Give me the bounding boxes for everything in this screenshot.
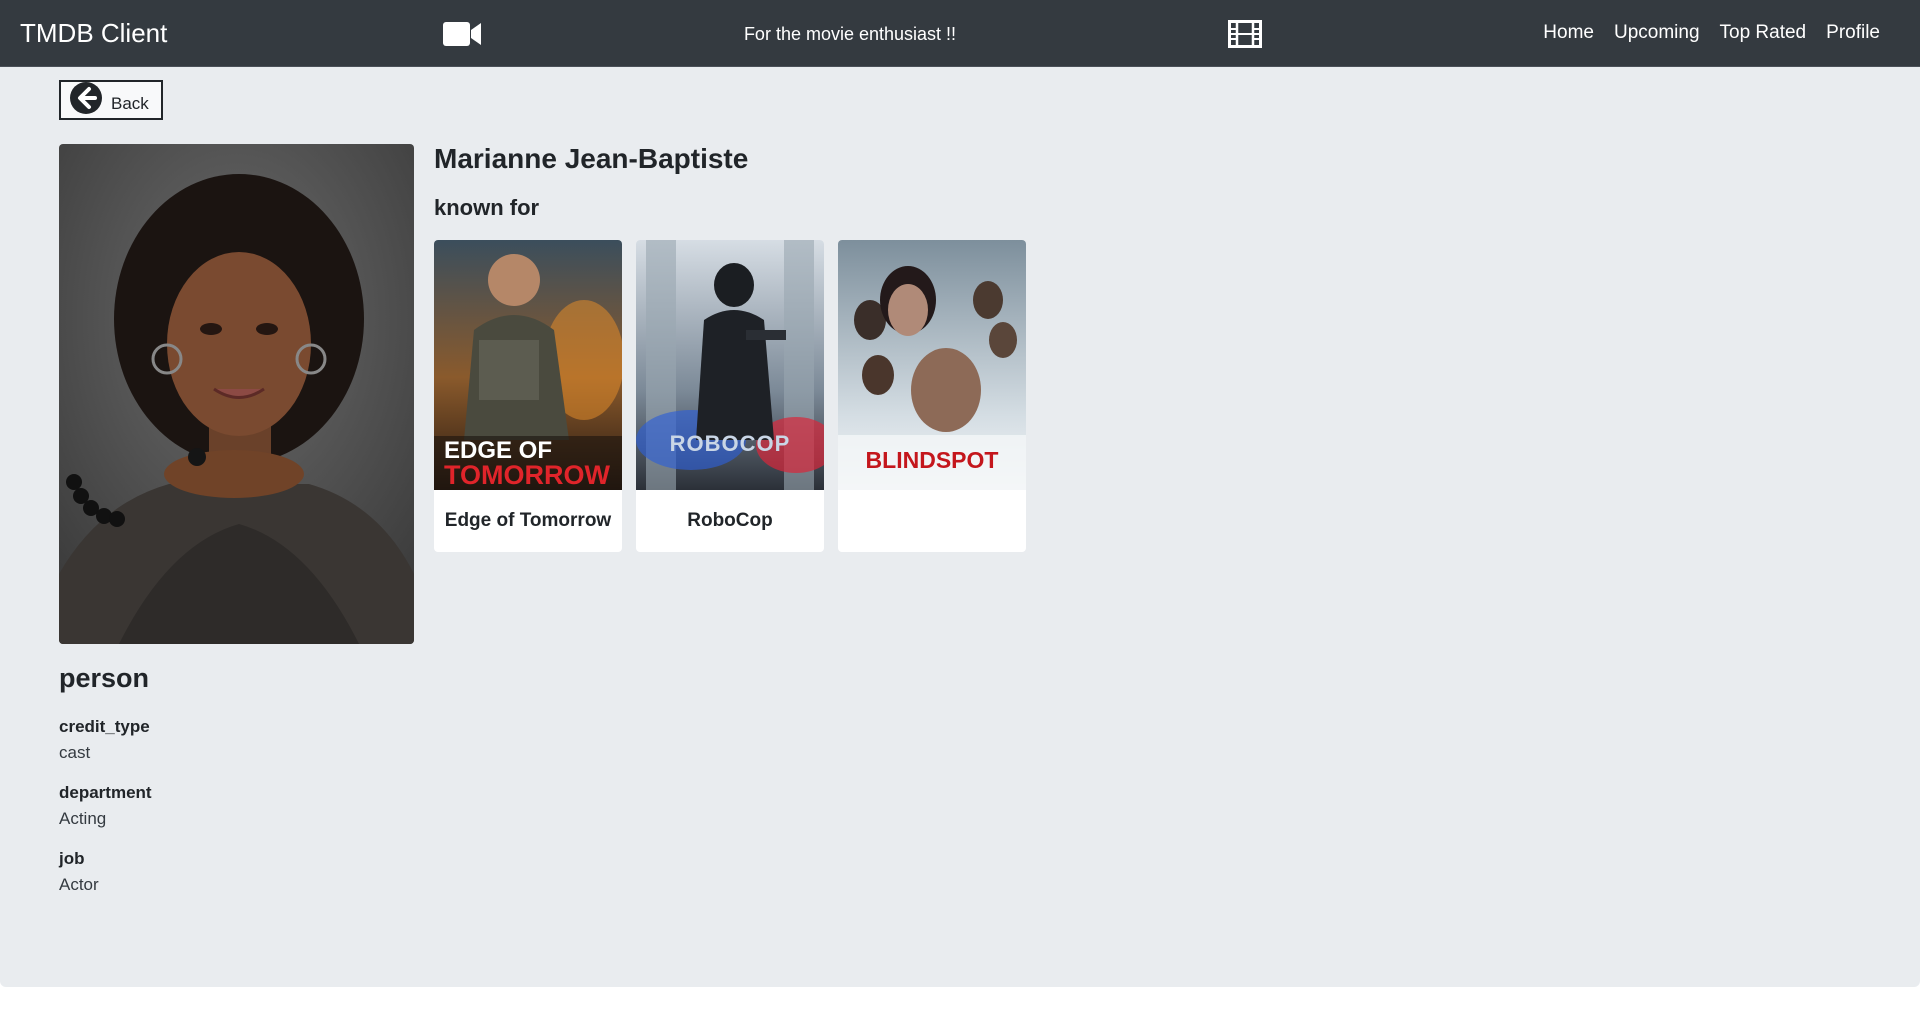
movie-title: Edge of Tomorrow [444,510,612,531]
movie-card-edge-of-tomorrow[interactable]: EDGE OF TOMORROW Edge of Tomorrow [434,240,622,552]
film-strip-icon [1228,20,1262,53]
poster-title: BLINDSPOT [866,447,999,473]
movie-title [838,490,1026,552]
field-value: Actor [59,875,99,894]
nav-home[interactable]: Home [1543,22,1594,44]
back-button[interactable]: Back [59,80,163,120]
person-detail-page: Back person credit_type cast department … [0,67,1920,987]
field-credit-type: credit_type cast [59,717,152,763]
field-value: cast [59,743,91,762]
known-for-list: EDGE OF TOMORROW Edge of Tomorrow ROBOCO… [434,240,1026,552]
field-value: Acting [59,809,107,828]
brand-title[interactable]: TMDB Client [20,18,167,49]
nav-upcoming[interactable]: Upcoming [1614,22,1700,44]
field-key: department [59,783,152,802]
tagline: For the movie enthusiast !! [743,24,957,44]
person-name: Marianne Jean-Baptiste [434,143,749,174]
movie-card-robocop[interactable]: ROBOCOP RoboCop [636,240,824,552]
nav-links: Home Upcoming Top Rated Profile [1543,22,1880,44]
nav-profile[interactable]: Profile [1826,22,1880,44]
known-for-heading: known for [434,195,540,220]
person-section-title: person [59,663,150,693]
field-department: department Acting [59,783,152,829]
movie-poster: EDGE OF TOMORROW [434,240,622,490]
poster-title: ROBOCOP [670,431,791,456]
movie-card-blindspot[interactable]: BLINDSPOT [838,240,1026,552]
top-navbar: TMDB Client For the movie enthusiast !! … [0,0,1920,67]
person-portrait [59,144,414,644]
arrow-left-circle-icon [69,81,103,120]
movie-title: RoboCop [687,510,773,531]
field-key: job [59,849,85,868]
nav-top-rated[interactable]: Top Rated [1720,22,1807,44]
field-key: credit_type [59,717,150,736]
video-camera-icon [443,20,483,53]
movie-poster: ROBOCOP [636,240,824,490]
field-job: job Actor [59,849,152,895]
back-button-label: Back [111,94,149,113]
person-fields: credit_type cast department Acting job A… [59,717,152,915]
movie-poster: BLINDSPOT [838,240,1026,490]
poster-title-line-2: TOMORROW [444,460,610,490]
